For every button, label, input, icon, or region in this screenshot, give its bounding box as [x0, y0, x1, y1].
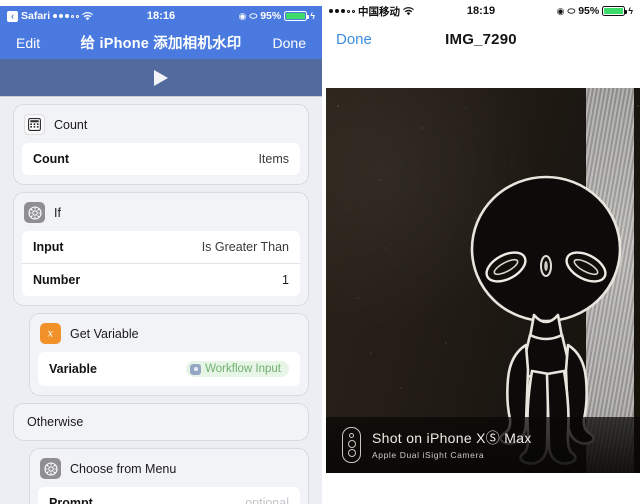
photo-image — [326, 88, 640, 473]
back-chevron-icon: ‹ — [7, 10, 18, 22]
action-title: Count — [54, 117, 88, 132]
param-key: Input — [33, 240, 64, 254]
left-status-bar: ‹ Safari 18:16 ◉ ⬭ 95% ϟ — [0, 6, 322, 26]
play-triangle-icon[interactable] — [154, 69, 168, 86]
param-row-count[interactable]: Count Items — [22, 143, 300, 175]
param-row-prompt[interactable]: Prompt optional — [38, 487, 300, 504]
gear-icon — [24, 202, 45, 223]
action-header: If — [22, 201, 300, 231]
location-arrow-icon: ◉ — [556, 5, 565, 16]
action-title: Get Variable — [70, 326, 139, 341]
battery-percent-label: 95% — [578, 5, 600, 17]
param-value: Items — [258, 152, 289, 166]
action-parameter-rows: Prompt optional 拍照并加水印 — [38, 487, 300, 504]
location-arrow-icon: ◉ — [238, 10, 247, 21]
action-title: Choose from Menu — [70, 461, 177, 476]
magic-variable-icon — [190, 363, 202, 375]
right-status-bar: 中国移动 18:19 ◉ ⬭ 95% ϟ — [322, 0, 640, 22]
left-nav-bar: Edit 给 iPhone 添加相机水印 Done — [0, 26, 322, 59]
done-button[interactable]: Done — [273, 35, 306, 51]
param-row-input[interactable]: Input Is Greater Than — [22, 231, 300, 263]
photo-watermark: Shot on iPhone XⓈ Max Apple Dual iSight … — [326, 417, 640, 473]
gear-icon — [40, 458, 61, 479]
prompt-placeholder: optional — [245, 496, 289, 504]
action-header: Count — [22, 113, 300, 143]
wifi-icon — [403, 6, 414, 16]
back-to-app-chip[interactable]: ‹ Safari — [7, 10, 50, 22]
otherwise-block[interactable]: Otherwise — [14, 404, 308, 440]
signal-strength-icon — [53, 14, 80, 18]
calculator-icon — [24, 114, 45, 135]
action-card-choose-from-menu[interactable]: Choose from Menu Prompt optional 拍照并加水印 — [30, 449, 308, 504]
signal-strength-icon — [329, 9, 355, 13]
status-left-group: 中国移动 — [329, 4, 414, 19]
param-row-variable[interactable]: Variable Workflow Input — [38, 352, 300, 386]
wifi-icon — [82, 11, 94, 21]
param-key: Count — [33, 152, 70, 166]
action-parameter-rows: Variable Workflow Input — [38, 352, 300, 386]
back-app-label: Safari — [21, 10, 51, 22]
param-key: Variable — [49, 362, 97, 376]
status-left-group: ‹ Safari — [7, 10, 94, 22]
run-workflow-bar[interactable] — [0, 59, 322, 97]
param-key: Number — [33, 273, 81, 287]
action-header: x Get Variable — [38, 322, 300, 352]
action-parameter-rows: Input Is Greater Than Number 1 — [22, 231, 300, 296]
param-value: Is Greater Than — [201, 240, 289, 254]
iphone-camera-module-icon — [342, 427, 361, 463]
dual-screenshot-stage: ‹ Safari 18:16 ◉ ⬭ 95% ϟ Edit 给 iPhone 添… — [0, 0, 640, 504]
action-title: If — [54, 205, 61, 220]
charging-bolt-icon: ϟ — [310, 11, 315, 21]
carrier-label: 中国移动 — [358, 5, 400, 18]
workflow-action-list[interactable]: Count Count Items If Input Is Greater Th… — [0, 97, 322, 504]
edit-button[interactable]: Edit — [16, 35, 40, 51]
status-right-group: ◉ ⬭ 95% ϟ — [239, 10, 315, 22]
magic-variable-token[interactable]: Workflow Input — [186, 361, 289, 377]
action-card-get-variable[interactable]: x Get Variable Variable Workflow Input — [30, 314, 308, 395]
left-phone-screen: ‹ Safari 18:16 ◉ ⬭ 95% ϟ Edit 给 iPhone 添… — [0, 6, 322, 504]
battery-icon — [602, 6, 628, 16]
otherwise-label: Otherwise — [27, 415, 84, 429]
photo-viewer[interactable]: Shot on iPhone XⓈ Max Apple Dual iSight … — [326, 88, 640, 473]
param-row-number[interactable]: Number 1 — [22, 263, 300, 296]
variable-x-icon: x — [40, 323, 61, 344]
status-right-group: ◉ ⬭ 95% ϟ — [557, 5, 633, 17]
action-card-count[interactable]: Count Count Items — [14, 105, 308, 184]
param-key: Prompt — [49, 496, 93, 504]
rotation-lock-icon: ⬭ — [567, 5, 576, 16]
action-header: Choose from Menu — [38, 457, 300, 487]
action-parameter-rows: Count Items — [22, 143, 300, 175]
rotation-lock-icon: ⬭ — [249, 10, 258, 21]
svg-text:x: x — [48, 329, 54, 340]
charging-bolt-icon: ϟ — [628, 6, 633, 16]
right-phone-screen: 中国移动 18:19 ◉ ⬭ 95% ϟ Done IMG_7290 Shot … — [322, 0, 640, 504]
battery-percent-label: 95% — [260, 10, 282, 22]
param-value: 1 — [282, 273, 289, 287]
token-label: Workflow Input — [205, 363, 281, 375]
watermark-line-1: Shot on iPhone XⓈ Max — [372, 430, 532, 447]
watermark-line-2: Apple Dual iSight Camera — [372, 449, 485, 460]
photo-filename-title: IMG_7290 — [445, 30, 517, 48]
battery-icon — [284, 11, 310, 21]
right-nav-bar: Done IMG_7290 — [322, 22, 640, 56]
action-card-if[interactable]: If Input Is Greater Than Number 1 — [14, 193, 308, 305]
watermark-text: Shot on iPhone XⓈ Max Apple Dual iSight … — [372, 430, 532, 460]
